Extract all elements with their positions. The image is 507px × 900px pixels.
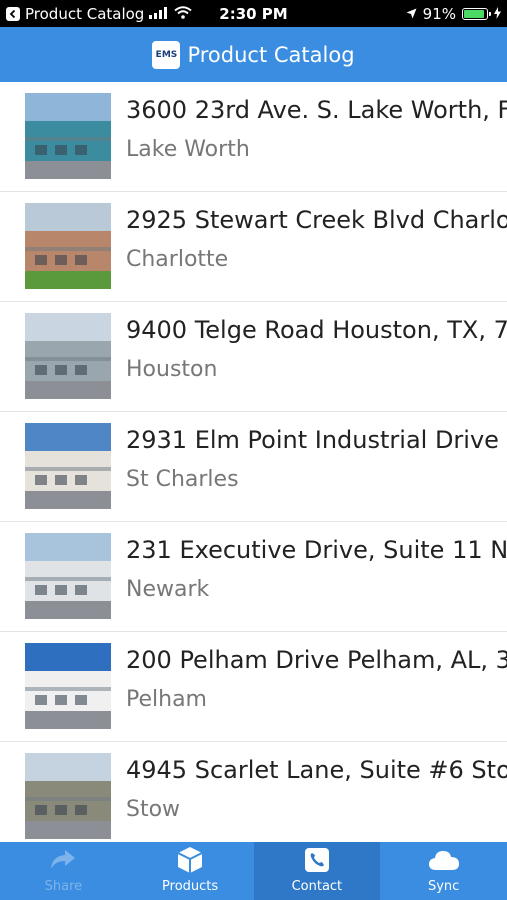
location-address: 2931 Elm Point Industrial Drive: [126, 426, 499, 454]
status-bar: Product Catalog 2:30 PM 91%: [0, 0, 507, 27]
location-row[interactable]: 9400 Telge Road Houston, TX, 77 Houston: [0, 302, 507, 412]
building-photo: [25, 203, 111, 289]
building-photo: [25, 93, 111, 179]
building-photo: [25, 423, 111, 509]
app-screen: Product Catalog 2:30 PM 91% EMS Product …: [0, 0, 507, 900]
location-address: 3600 23rd Ave. S. Lake Worth, Fl: [126, 96, 507, 124]
building-photo: [25, 753, 111, 839]
location-city: Stow: [126, 797, 181, 822]
location-row[interactable]: 3600 23rd Ave. S. Lake Worth, Fl Lake Wor…: [0, 82, 507, 192]
location-row[interactable]: 231 Executive Drive, Suite 11 Ne Newark: [0, 522, 507, 632]
tab-label: Share: [44, 879, 83, 894]
cloud-icon: [428, 845, 460, 875]
location-city: Newark: [126, 577, 210, 602]
battery-icon: [462, 7, 491, 20]
tab-label: Sync: [427, 879, 460, 894]
tab-products[interactable]: Products: [127, 842, 254, 900]
tab-label: Products: [162, 879, 219, 894]
location-row[interactable]: 2931 Elm Point Industrial Drive St Charle…: [0, 412, 507, 522]
status-right: 91%: [406, 0, 501, 27]
location-address: 200 Pelham Drive Pelham, AL, 3: [126, 646, 507, 674]
location-row[interactable]: 200 Pelham Drive Pelham, AL, 3 Pelham: [0, 632, 507, 742]
location-row[interactable]: 4945 Scarlet Lane, Suite #6 Stow Stow: [0, 742, 507, 842]
location-address: 4945 Scarlet Lane, Suite #6 Stow: [126, 756, 507, 784]
tab-sync[interactable]: Sync: [380, 842, 507, 900]
charging-bolt-icon: [494, 5, 501, 23]
box-icon: [177, 845, 203, 875]
page-title: Product Catalog: [187, 42, 355, 67]
location-city: Pelham: [126, 687, 207, 712]
location-city: Lake Worth: [126, 137, 250, 162]
battery-percent: 91%: [422, 4, 456, 23]
location-arrow-icon: [406, 5, 417, 23]
tab-label: Contact: [291, 879, 343, 894]
location-list: 3600 23rd Ave. S. Lake Worth, Fl Lake Wor…: [0, 82, 507, 842]
tab-share[interactable]: Share: [0, 842, 127, 900]
share-icon: [49, 845, 77, 875]
location-address: 231 Executive Drive, Suite 11 Ne: [126, 536, 507, 564]
phone-icon: [304, 845, 330, 875]
building-photo: [25, 643, 111, 729]
building-photo: [25, 313, 111, 399]
location-city: Charlotte: [126, 247, 229, 272]
tab-bar: Share Products Contact Sync: [0, 842, 507, 900]
location-address: 9400 Telge Road Houston, TX, 77: [126, 316, 507, 344]
location-city: Houston: [126, 357, 218, 382]
building-photo: [25, 533, 111, 619]
location-address: 2925 Stewart Creek Blvd Charlot: [126, 206, 507, 234]
ems-logo: EMS: [152, 40, 181, 69]
location-city: St Charles: [126, 467, 239, 492]
location-row[interactable]: 2925 Stewart Creek Blvd Charlot Charlotte: [0, 192, 507, 302]
tab-contact[interactable]: Contact: [253, 842, 381, 900]
nav-bar: EMS Product Catalog: [0, 27, 507, 82]
